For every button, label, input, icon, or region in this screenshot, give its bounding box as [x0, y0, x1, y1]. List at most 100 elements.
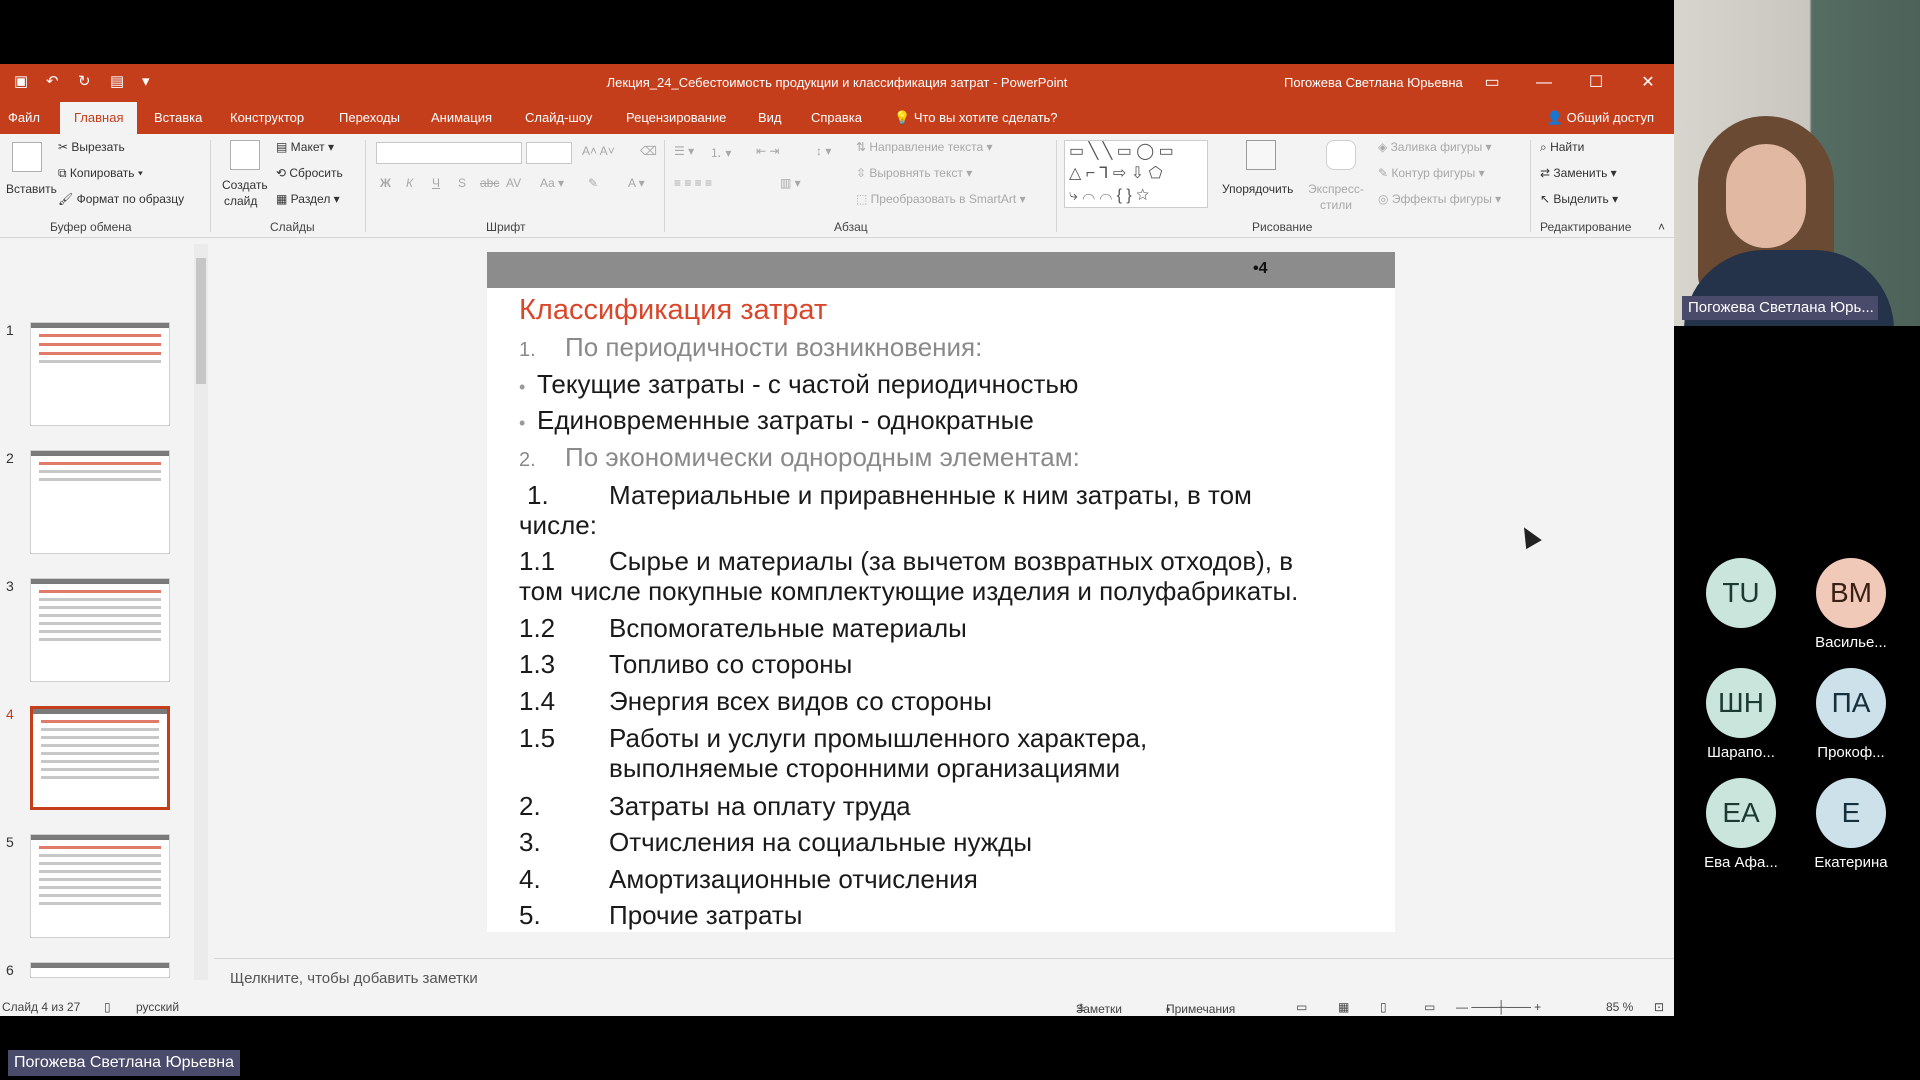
highlight-icon[interactable]: ✎ [588, 176, 598, 190]
maximize-button[interactable]: ☐ [1570, 64, 1622, 102]
notes-pane[interactable]: Щелкните, чтобы добавить заметки [214, 958, 1674, 998]
language-indicator[interactable]: русский [136, 1000, 179, 1014]
slide-thumbnail-1[interactable] [30, 322, 170, 426]
arrange-button[interactable]: Упорядочить [1222, 182, 1293, 196]
shapes-gallery[interactable]: ▭ ╲ ╲ ▭ ◯ ▭ △ ⌐ ⅂ ⇨ ⇩ ⬠ ⤷ ⌒ ⌒ { } ☆ [1064, 140, 1208, 208]
reset-button[interactable]: ⟲ Сбросить [276, 166, 343, 180]
zoom-slider[interactable]: — ───┼─── + [1456, 1000, 1541, 1014]
section-heading-1: 1. По периодичности возникновения: [519, 332, 1379, 365]
numbering-icon[interactable]: ⒈ ▾ [710, 144, 731, 161]
section-button[interactable]: ▦ Раздел ▾ [276, 192, 340, 206]
underline-icon[interactable]: Ч [432, 176, 440, 190]
cut-button[interactable]: ✂ Вырезать [58, 140, 125, 154]
select-button[interactable]: ↖ Выделить ▾ [1540, 192, 1618, 206]
slide-counter: Слайд 4 из 27 [2, 1000, 81, 1014]
list-item: 1. Материальные и приравненные к ним затр… [519, 480, 1379, 510]
ribbon-display-icon[interactable]: ▭ [1466, 64, 1518, 102]
slide-thumbnail-3[interactable] [30, 578, 170, 682]
bold-icon[interactable]: Ж [380, 176, 391, 190]
slide-thumbnail-4[interactable] [30, 706, 170, 810]
slide-canvas[interactable]: •4 Классификация затрат 1. По периодичнос… [487, 252, 1395, 932]
strikethrough-icon[interactable]: abc [480, 176, 499, 190]
slide-title[interactable]: Классификация затрат [519, 294, 827, 327]
italic-icon[interactable]: К [406, 176, 413, 190]
tell-me-box[interactable]: 💡 Что вы хотите сделать? [894, 110, 1058, 126]
participant-name: Ева Афа... [1704, 854, 1778, 871]
pointer-icon: ↖ [1540, 192, 1554, 206]
shadow-icon[interactable]: S [458, 176, 466, 190]
close-button[interactable]: ✕ [1622, 64, 1674, 102]
font-name-select[interactable] [376, 142, 522, 164]
shape-outline-button[interactable]: ✎ Контур фигуры ▾ [1378, 166, 1485, 180]
section-label: Раздел [290, 192, 331, 206]
quick-styles-icon[interactable] [1326, 140, 1356, 170]
shape-effects-button[interactable]: ◎ Эффекты фигуры ▾ [1378, 192, 1501, 206]
align-text-button[interactable]: ⇳ Выровнять текст ▾ [856, 166, 972, 180]
columns-icon[interactable]: ▥ ▾ [780, 176, 801, 190]
replace-button[interactable]: ⇄ Заменить ▾ [1540, 166, 1617, 180]
presenter-video-tile[interactable]: Погожева Светлана Юрь... [1674, 0, 1920, 326]
text-direction-button[interactable]: ⇅ Направление текста ▾ [856, 140, 993, 154]
thumbnails-scrollbar[interactable] [194, 244, 208, 980]
font-size-select[interactable] [526, 142, 572, 164]
smartart-button[interactable]: ⬚ Преобразовать в SmartArt ▾ [856, 192, 1026, 206]
slide-sorter-icon[interactable]: ▦ [1338, 1000, 1349, 1014]
tab-review[interactable]: Рецензирование [626, 110, 726, 125]
slide-thumbnail-2[interactable] [30, 450, 170, 554]
fit-to-window-icon[interactable]: ⊡ [1654, 1000, 1664, 1014]
slideshow-view-icon[interactable]: ▭ [1424, 1000, 1435, 1014]
paste-icon[interactable] [12, 142, 42, 172]
list-text: По экономически однородным элементам: [565, 442, 1080, 472]
find-button[interactable]: ⌕ Найти [1540, 140, 1584, 155]
minimize-button[interactable]: — [1518, 64, 1570, 102]
slide-thumbnail-5[interactable] [30, 834, 170, 938]
cut-label: Вырезать [71, 140, 125, 154]
collapse-ribbon-icon[interactable]: ˄ [1658, 220, 1665, 234]
tab-animations[interactable]: Анимация [431, 110, 492, 125]
slide-thumbnail-6[interactable] [30, 962, 170, 978]
align-icons[interactable]: ≡ ≡ ≡ ≡ [674, 176, 712, 190]
change-case-icon[interactable]: Aa ▾ [540, 176, 564, 190]
bullets-icon[interactable]: ☰ ▾ [674, 144, 694, 158]
tab-transitions[interactable]: Переходы [339, 110, 400, 125]
normal-view-icon[interactable]: ▭ [1296, 1000, 1307, 1014]
scrollbar-thumb[interactable] [196, 258, 206, 384]
zoom-level[interactable]: 85 % [1606, 1000, 1633, 1014]
reading-view-icon[interactable]: ▯ [1380, 1000, 1387, 1014]
tab-insert[interactable]: Вставка [154, 110, 202, 125]
format-painter-button[interactable]: 🖌 Формат по образцу [58, 192, 184, 206]
clear-format-icon[interactable]: ⌫ [640, 144, 657, 158]
participant-tile[interactable]: E Екатерина [1796, 778, 1906, 871]
font-color-icon[interactable]: A ▾ [628, 176, 645, 190]
arrange-icon[interactable] [1246, 140, 1276, 170]
list-number: 5. [519, 900, 541, 930]
paste-button[interactable]: Вставить [6, 182, 57, 196]
tab-help[interactable]: Справка [811, 110, 862, 125]
participant-tile[interactable]: TU [1686, 558, 1796, 634]
participant-tile[interactable]: BM Васильe... [1796, 558, 1906, 651]
spellcheck-icon[interactable]: ▯ [104, 1000, 111, 1014]
line-spacing-icon[interactable]: ↕ ▾ [816, 144, 831, 158]
tab-design[interactable]: Конструктор [230, 110, 304, 125]
copy-label: Копировать [69, 166, 135, 180]
quick-styles-button[interactable]: Экспресс- [1308, 182, 1364, 196]
new-slide-button[interactable]: Создать [222, 178, 268, 192]
participant-tile[interactable]: ШН Шарапо... [1686, 668, 1796, 761]
participant-tile[interactable]: EA Ева Афа... [1686, 778, 1796, 871]
shape-fill-button[interactable]: ◈ Заливка фигуры ▾ [1378, 140, 1492, 154]
participant-tile[interactable]: ПА Прокоф... [1796, 668, 1906, 761]
quick-styles-button-line2[interactable]: стили [1320, 198, 1352, 212]
indent-icon[interactable]: ⇤ ⇥ [756, 144, 779, 158]
layout-button[interactable]: ▤ Макет ▾ [276, 140, 334, 154]
increase-font-icon[interactable]: A˄ A˅ [582, 144, 615, 158]
tab-view[interactable]: Вид [758, 110, 782, 125]
tab-file[interactable]: Файл [8, 110, 40, 125]
tab-home[interactable]: Главная [60, 102, 138, 134]
new-slide-button-line2[interactable]: слайд [224, 194, 257, 208]
copy-button[interactable]: ⧉ Копировать ▾ [58, 166, 143, 181]
account-name[interactable]: Погожева Светлана Юрьевна [1284, 75, 1463, 90]
new-slide-icon[interactable] [230, 140, 260, 170]
tab-slideshow[interactable]: Слайд-шоу [525, 110, 592, 125]
share-button[interactable]: 👤 Общий доступ [1547, 110, 1654, 126]
spacing-icon[interactable]: AV [506, 176, 521, 190]
